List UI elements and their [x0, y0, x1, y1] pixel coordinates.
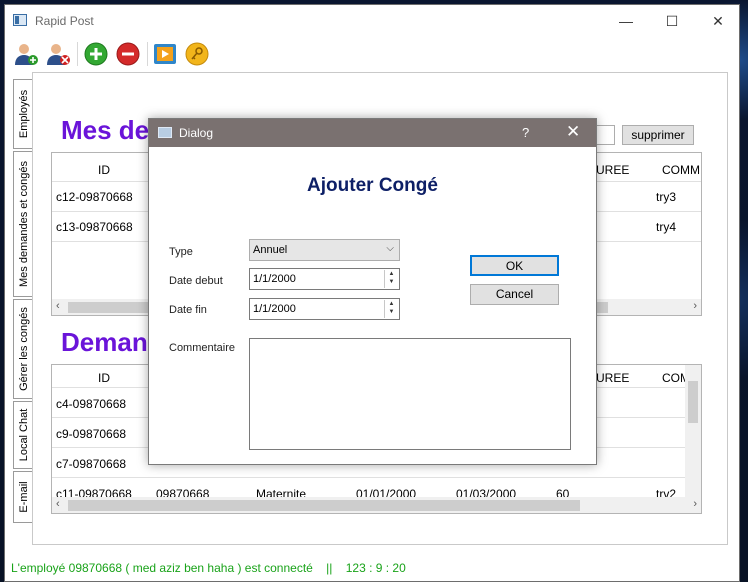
table-cell[interactable]: c4-09870668	[56, 397, 126, 411]
minimize-button[interactable]: —	[603, 5, 649, 37]
cancel-button[interactable]: Cancel	[470, 284, 559, 305]
table-cell[interactable]: c7-09870668	[56, 457, 126, 471]
title-bar: Rapid Post — ☐ ✕	[5, 5, 739, 37]
app-icon	[13, 14, 27, 26]
scroll-right-icon[interactable]: ›	[693, 498, 697, 510]
key-icon[interactable]	[184, 41, 210, 67]
scrollbar-thumb[interactable]	[68, 500, 580, 511]
dialog-heading: Ajouter Congé	[307, 175, 438, 196]
table-cell[interactable]: c9-09870668	[56, 427, 126, 441]
play-icon[interactable]	[152, 41, 178, 67]
tab-label: Gérer les congés	[17, 307, 30, 391]
tab-email[interactable]: E-mail	[13, 471, 33, 523]
chevron-down-icon: ⌵	[386, 243, 394, 254]
column-header-duree[interactable]: UREE	[596, 163, 629, 177]
start-date-label: Date debut	[169, 275, 223, 287]
type-label: Type	[169, 246, 193, 258]
add-icon[interactable]	[83, 41, 109, 67]
filter-input[interactable]	[595, 125, 615, 145]
dialog-title-bar: Dialog ? ✕	[149, 119, 596, 147]
tab-local-chat[interactable]: Local Chat	[13, 401, 33, 469]
start-date-spinner[interactable]: ▲ ▼	[384, 270, 398, 288]
help-button[interactable]: ?	[522, 125, 529, 140]
column-header-id[interactable]: ID	[98, 163, 110, 177]
start-date-value: 1/1/2000	[253, 273, 296, 285]
dialog-title: Dialog	[179, 126, 214, 140]
column-header-id[interactable]: ID	[98, 371, 110, 385]
remove-icon[interactable]	[115, 41, 141, 67]
toolbar-separator	[77, 42, 78, 66]
scrollbar-thumb[interactable]	[688, 381, 698, 423]
tab-mes-demandes[interactable]: Mes demandes et congés	[13, 151, 33, 297]
end-date-spinner[interactable]: ▲ ▼	[384, 300, 398, 318]
status-bar: L'employé 09870668 ( med aziz ben haha )…	[11, 561, 406, 575]
close-button[interactable]: ✕	[695, 5, 741, 37]
column-header-duree[interactable]: UREE	[596, 371, 629, 385]
comment-textarea[interactable]	[249, 338, 571, 450]
vertical-scrollbar[interactable]	[685, 365, 701, 497]
scroll-left-icon[interactable]: ‹	[56, 498, 60, 510]
end-date-field[interactable]: 1/1/2000 ▲ ▼	[249, 298, 400, 320]
tab-label: Employés	[17, 89, 30, 139]
table-cell[interactable]: c12-09870668	[56, 190, 133, 204]
dialog-app-icon	[158, 127, 172, 138]
remove-user-icon[interactable]	[45, 41, 71, 67]
tab-label: Mes demandes et congés	[17, 161, 30, 287]
delete-button[interactable]: supprimer	[622, 125, 694, 145]
scroll-left-icon[interactable]: ‹	[56, 300, 60, 312]
type-select[interactable]: Annuel ⌵	[249, 239, 400, 261]
comment-label: Commentaire	[169, 342, 236, 354]
add-leave-dialog: Dialog ? ✕ Ajouter Congé Type Annuel ⌵ D…	[148, 118, 597, 465]
horizontal-scrollbar[interactable]: ‹ ›	[52, 497, 701, 513]
tab-employes[interactable]: Employés	[13, 79, 33, 149]
toolbar	[5, 38, 739, 70]
tab-gerer-conges[interactable]: Gérer les congés	[13, 299, 33, 399]
spin-down-icon[interactable]: ▼	[385, 278, 398, 286]
spin-up-icon[interactable]: ▲	[385, 270, 398, 278]
spin-down-icon[interactable]: ▼	[385, 308, 398, 316]
table-cell[interactable]: try3	[656, 190, 676, 204]
end-date-value: 1/1/2000	[253, 303, 296, 315]
tab-label: E-mail	[17, 481, 30, 513]
scroll-right-icon[interactable]: ›	[693, 300, 697, 312]
table-cell[interactable]: try4	[656, 220, 676, 234]
table-cell[interactable]: c13-09870668	[56, 220, 133, 234]
maximize-button[interactable]: ☐	[649, 5, 695, 37]
ok-button[interactable]: OK	[470, 255, 559, 276]
dialog-close-button[interactable]: ✕	[566, 122, 580, 142]
add-user-icon[interactable]	[13, 41, 39, 67]
window-title: Rapid Post	[35, 14, 94, 28]
spin-up-icon[interactable]: ▲	[385, 300, 398, 308]
table-divider	[52, 477, 701, 478]
end-date-label: Date fin	[169, 304, 207, 316]
type-select-value: Annuel	[253, 244, 288, 256]
tab-label: Local Chat	[17, 408, 30, 462]
start-date-field[interactable]: 1/1/2000 ▲ ▼	[249, 268, 400, 290]
column-header-commentaire[interactable]: COMMI	[662, 163, 701, 177]
toolbar-separator	[147, 42, 148, 66]
